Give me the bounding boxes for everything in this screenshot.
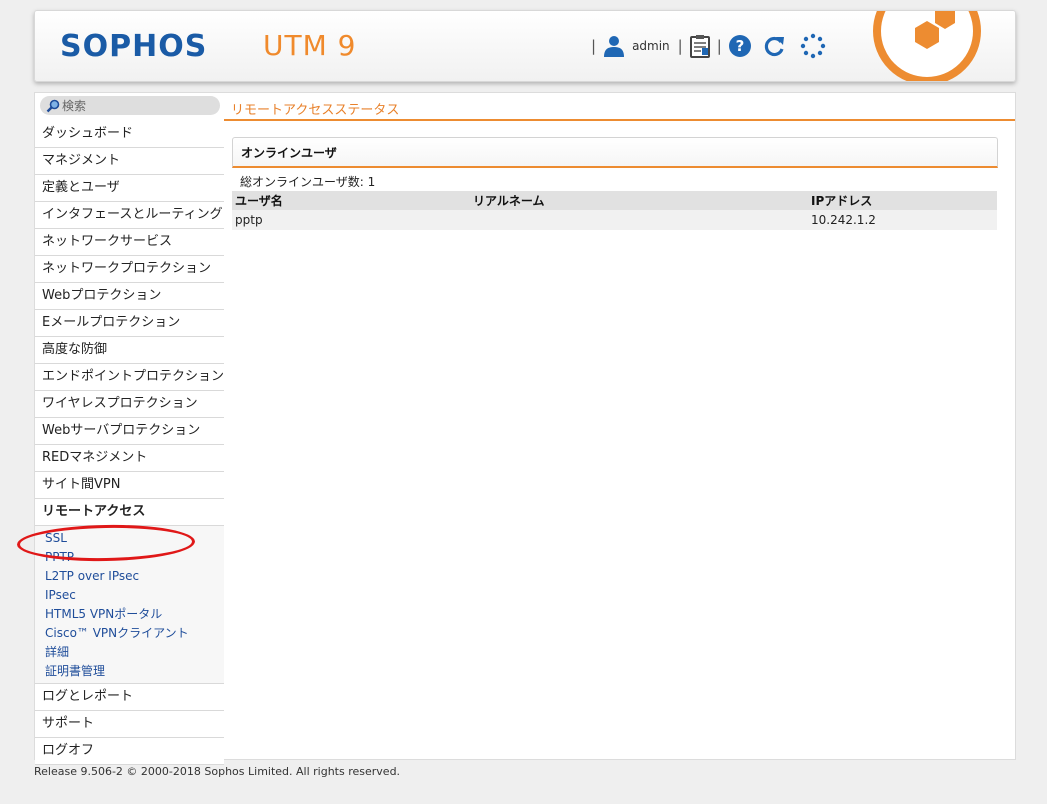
reload-icon[interactable] bbox=[762, 34, 786, 58]
app-header: SOPHOS UTM 9 | admin | | ? bbox=[34, 10, 1016, 82]
sidebar-item-webserver-protection[interactable]: Webサーバプロテクション bbox=[35, 418, 224, 445]
separator: | bbox=[677, 37, 683, 55]
svg-text:?: ? bbox=[735, 37, 744, 55]
sidebar-item-logging-reporting[interactable]: ログとレポート bbox=[35, 684, 224, 711]
sidebar-item-web-protection[interactable]: Webプロテクション bbox=[35, 283, 224, 310]
user-icon[interactable] bbox=[602, 34, 626, 58]
subitem-pptp[interactable]: PPTP bbox=[35, 548, 224, 567]
username[interactable]: admin bbox=[632, 39, 670, 53]
subitem-advanced[interactable]: 詳細 bbox=[35, 643, 224, 662]
title-divider bbox=[224, 119, 1015, 121]
cell-realname bbox=[470, 210, 808, 230]
online-user-count: 総オンラインユーザ数: 1 bbox=[240, 175, 376, 189]
search-icon bbox=[46, 99, 60, 113]
sidebar-item-interfaces-routing[interactable]: インタフェースとルーティング bbox=[35, 202, 224, 229]
table-header-row: ユーザ名 リアルネーム IPアドレス bbox=[232, 191, 997, 210]
sidebar-item-wireless-protection[interactable]: ワイヤレスプロテクション bbox=[35, 391, 224, 418]
help-icon[interactable]: ? bbox=[728, 34, 752, 58]
separator: | bbox=[716, 37, 722, 55]
cell-username: pptp bbox=[232, 210, 470, 230]
sidebar-item-remote-access[interactable]: リモートアクセス bbox=[35, 499, 224, 526]
sidebar-item-support[interactable]: サポート bbox=[35, 711, 224, 738]
sidebar-item-site-to-site-vpn[interactable]: サイト間VPN bbox=[35, 472, 224, 499]
separator: | bbox=[591, 37, 597, 55]
subitem-certificate-management[interactable]: 証明書管理 bbox=[35, 662, 224, 681]
table-row[interactable]: pptp 10.242.1.2 bbox=[232, 210, 997, 230]
sidebar-item-email-protection[interactable]: Eメールプロテクション bbox=[35, 310, 224, 337]
search-input[interactable] bbox=[60, 98, 202, 113]
sidebar-item-management[interactable]: マネジメント bbox=[35, 148, 224, 175]
sidebar-item-dashboard[interactable]: ダッシュボード bbox=[35, 121, 224, 148]
sidebar: ダッシュボード マネジメント 定義とユーザ インタフェースとルーティング ネット… bbox=[16, 121, 224, 765]
subitem-ipsec[interactable]: IPsec bbox=[35, 586, 224, 605]
page-title: リモートアクセスステータス bbox=[231, 103, 400, 118]
header-toolbar: | admin | | ? bbox=[591, 33, 826, 59]
sidebar-item-endpoint-protection[interactable]: エンドポイントプロテクション bbox=[35, 364, 224, 391]
column-header-username[interactable]: ユーザ名 bbox=[232, 191, 470, 210]
sidebar-item-red-management[interactable]: REDマネジメント bbox=[35, 445, 224, 472]
sidebar-item-network-protection[interactable]: ネットワークプロテクション bbox=[35, 256, 224, 283]
main-panel: リモートアクセスステータス ダッシュボード マネジメント 定義とユーザ インタフ… bbox=[16, 92, 1016, 765]
panel-title: オンラインユーザ bbox=[241, 146, 337, 160]
online-users-table: ユーザ名 リアルネーム IPアドレス pptp 10.242.1.2 bbox=[232, 191, 997, 230]
clipboard-icon[interactable] bbox=[689, 34, 711, 58]
remote-access-submenu: SSL PPTP L2TP over IPsec IPsec HTML5 VPN… bbox=[35, 526, 224, 684]
sidebar-item-network-services[interactable]: ネットワークサービス bbox=[35, 229, 224, 256]
subitem-ssl[interactable]: SSL bbox=[35, 529, 224, 548]
cell-ip-address: 10.242.1.2 bbox=[808, 210, 997, 230]
product-name: UTM 9 bbox=[263, 29, 357, 62]
loading-icon bbox=[800, 33, 826, 59]
subitem-html5-vpn-portal[interactable]: HTML5 VPNポータル bbox=[35, 605, 224, 624]
sidebar-item-advanced-protection[interactable]: 高度な防御 bbox=[35, 337, 224, 364]
search-box[interactable] bbox=[40, 96, 220, 115]
sophos-badge-icon bbox=[873, 11, 981, 81]
brand-logo: SOPHOS bbox=[60, 29, 208, 64]
sidebar-item-definitions-users[interactable]: 定義とユーザ bbox=[35, 175, 224, 202]
footer-copyright: Release 9.506-2 © 2000-2018 Sophos Limit… bbox=[34, 765, 401, 778]
online-users-panel-header: オンラインユーザ bbox=[232, 137, 998, 168]
sidebar-item-logoff[interactable]: ログオフ bbox=[35, 738, 224, 765]
subitem-l2tp-over-ipsec[interactable]: L2TP over IPsec bbox=[35, 567, 224, 586]
column-header-ip-address[interactable]: IPアドレス bbox=[808, 191, 997, 210]
column-header-realname[interactable]: リアルネーム bbox=[470, 191, 808, 210]
subitem-cisco-vpn-client[interactable]: Cisco™ VPNクライアント bbox=[35, 624, 224, 643]
